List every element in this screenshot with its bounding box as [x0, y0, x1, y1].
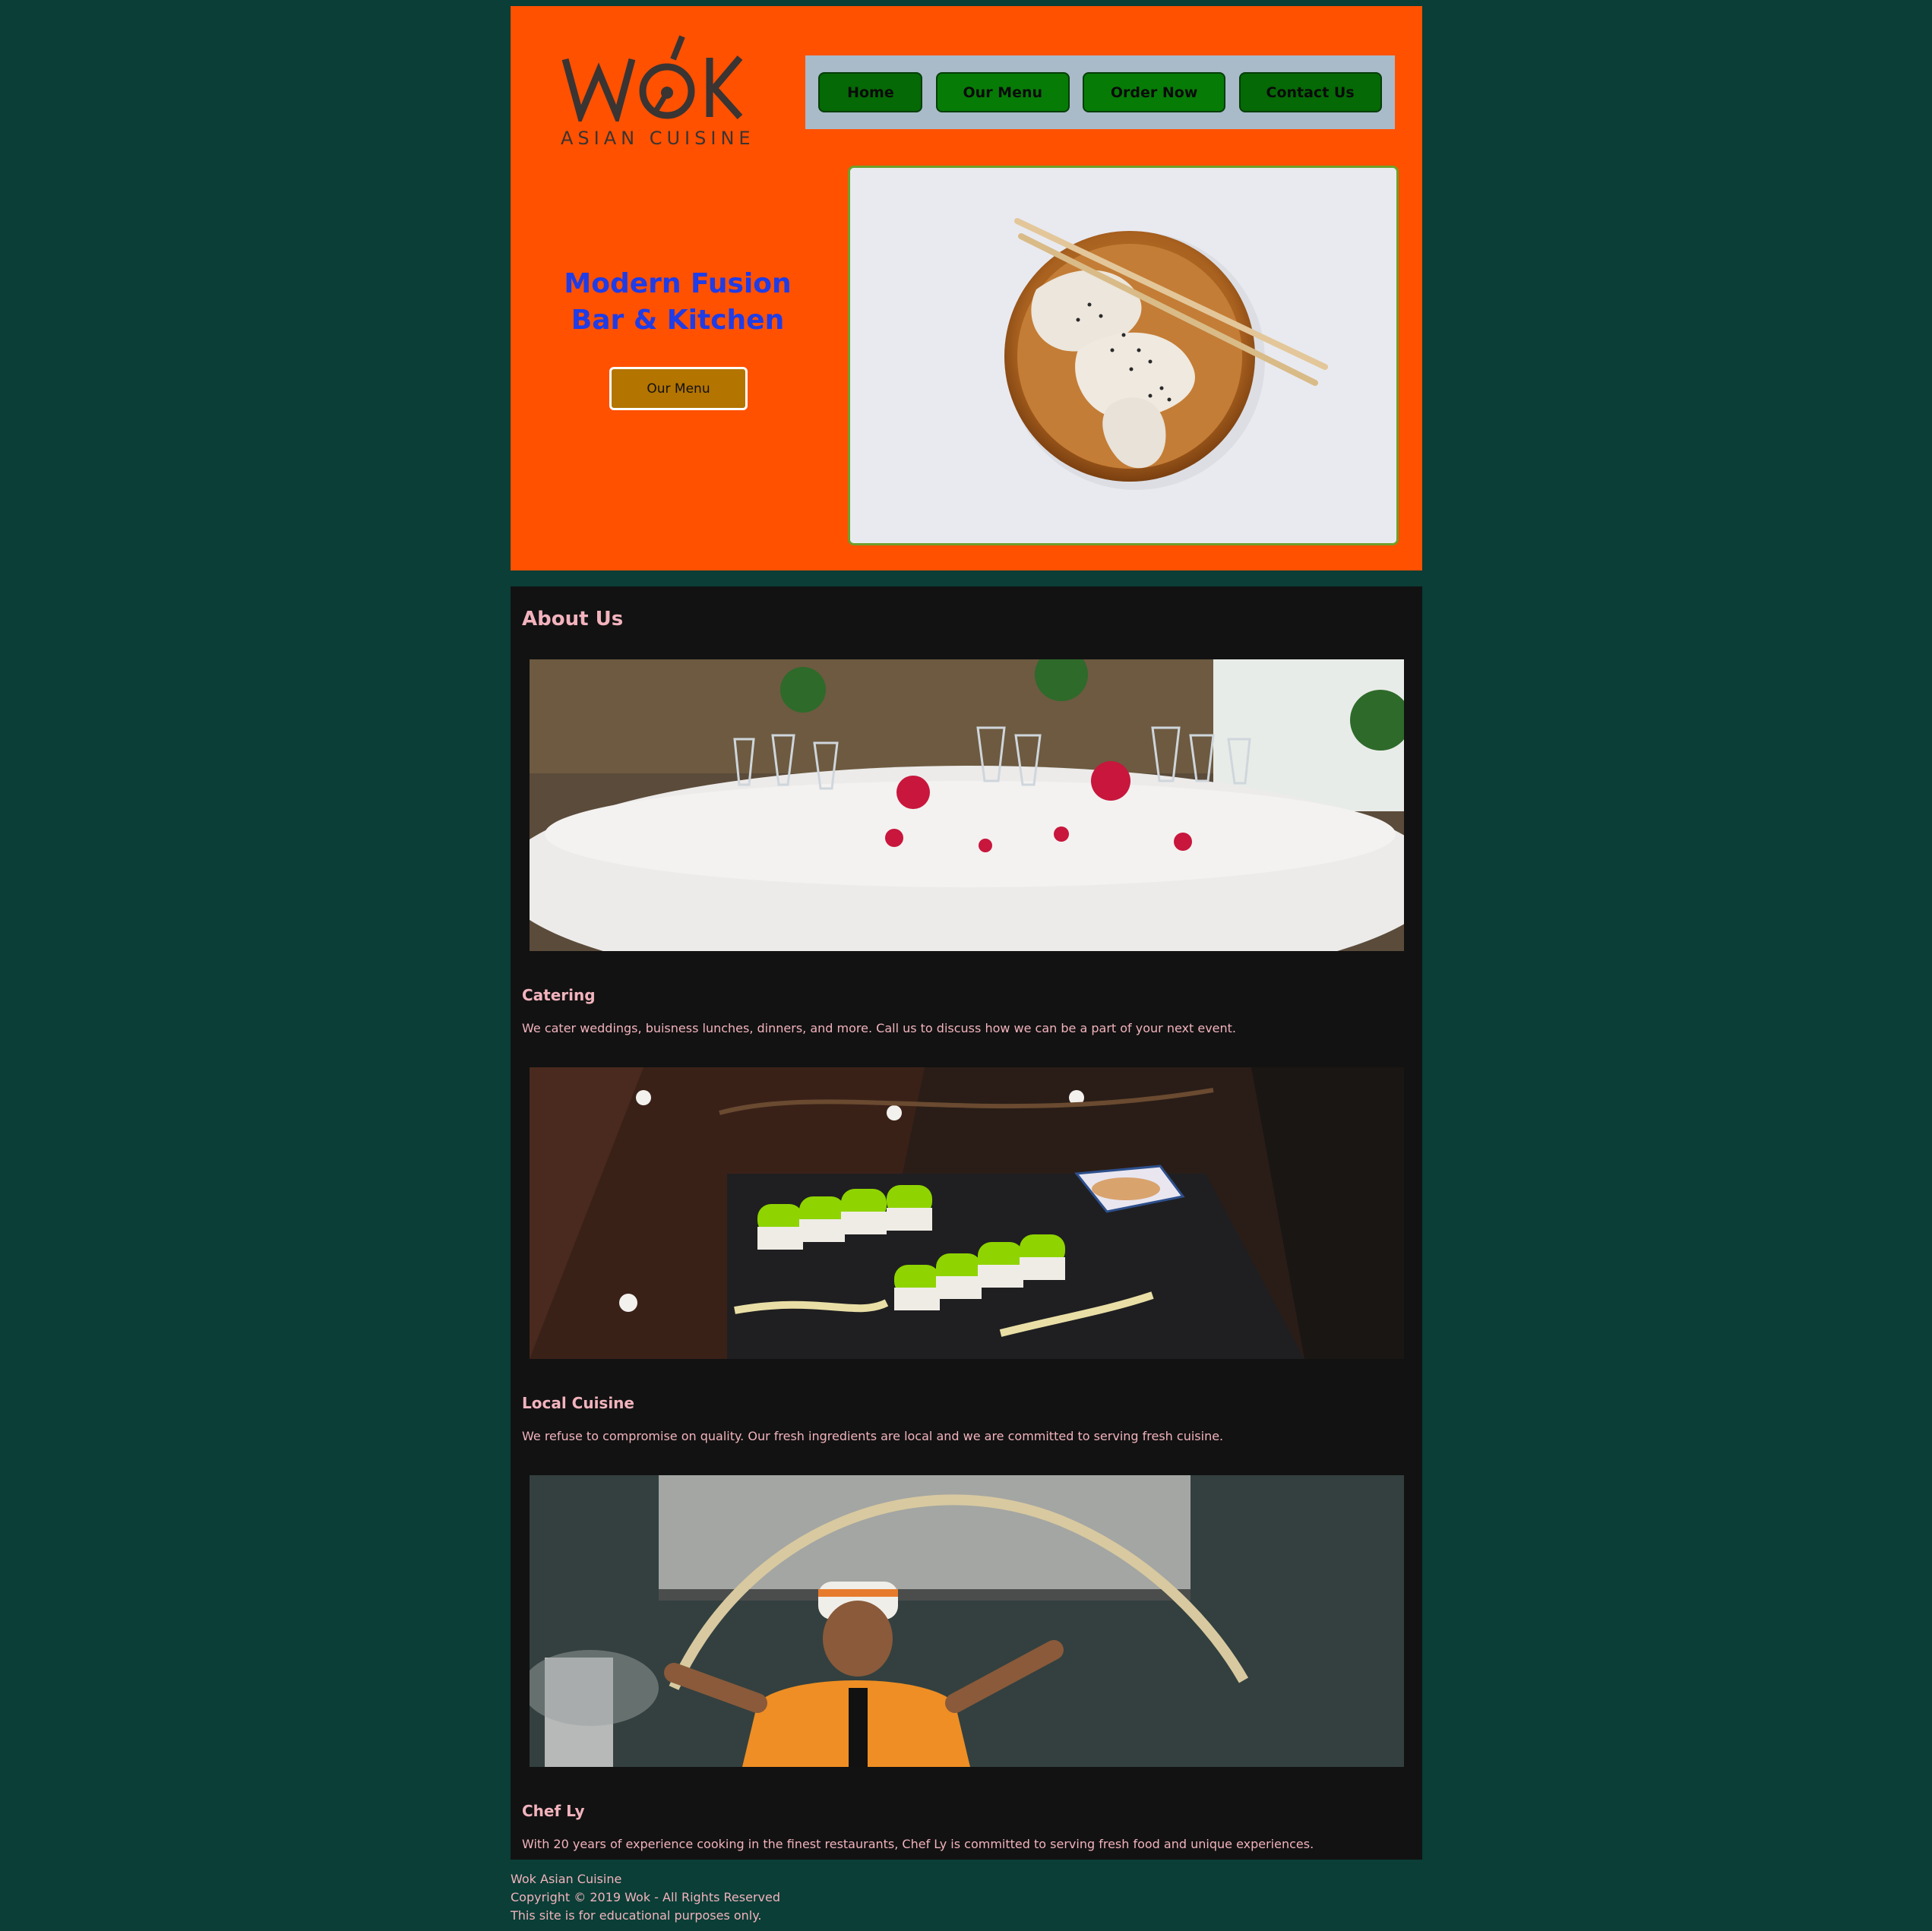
catering-text: We cater weddings, buisness lunches, din… [522, 1021, 1237, 1035]
footer-copyright: Copyright © 2019 Wok - All Rights Reserv… [511, 1890, 780, 1904]
chef-ly-text: With 20 years of experience cooking in t… [522, 1837, 1314, 1851]
about-section: About Us Catering We cater weddings, bui… [511, 586, 1422, 1860]
nav-home-button[interactable]: Home [818, 72, 923, 112]
chef-photo [530, 1475, 1404, 1767]
catering-illustration [530, 659, 1404, 951]
wok-logo-mark [561, 35, 743, 122]
tagline-line-2: Bar & Kitchen [571, 305, 785, 336]
hero-tagline: Modern Fusion Bar & Kitchen [556, 266, 799, 339]
dumplings-photo [848, 166, 1399, 545]
dumplings-illustration [850, 168, 1396, 543]
hero-our-menu-button[interactable]: Our Menu [609, 367, 748, 410]
sushi-photo [530, 1067, 1404, 1359]
footer-business-name: Wok Asian Cuisine [511, 1872, 622, 1886]
nav-order-now-button[interactable]: Order Now [1083, 72, 1226, 112]
catering-photo [530, 659, 1404, 951]
local-cuisine-text: We refuse to compromise on quality. Our … [522, 1429, 1224, 1443]
tagline-line-1: Modern Fusion [564, 268, 792, 299]
page: ASIAN CUISINE Home Our Menu Order Now Co… [511, 6, 1422, 1860]
local-cuisine-title: Local Cuisine [522, 1394, 634, 1412]
footer-disclaimer: This site is for educational purposes on… [511, 1908, 762, 1923]
main-nav: Home Our Menu Order Now Contact Us [805, 55, 1395, 129]
nav-contact-us-button[interactable]: Contact Us [1238, 72, 1382, 112]
nav-our-menu-button[interactable]: Our Menu [935, 72, 1070, 112]
chef-ly-title: Chef Ly [522, 1802, 585, 1820]
about-title: About Us [522, 608, 624, 630]
logo-subtitle: ASIAN CUISINE [561, 128, 755, 149]
wok-logo[interactable]: ASIAN CUISINE [561, 30, 755, 152]
catering-title: Catering [522, 986, 596, 1004]
site-footer: Wok Asian Cuisine Copyright © 2019 Wok -… [511, 1870, 1422, 1925]
chef-illustration [530, 1475, 1404, 1767]
site-header: ASIAN CUISINE Home Our Menu Order Now Co… [511, 6, 1422, 570]
sushi-illustration [530, 1067, 1404, 1359]
